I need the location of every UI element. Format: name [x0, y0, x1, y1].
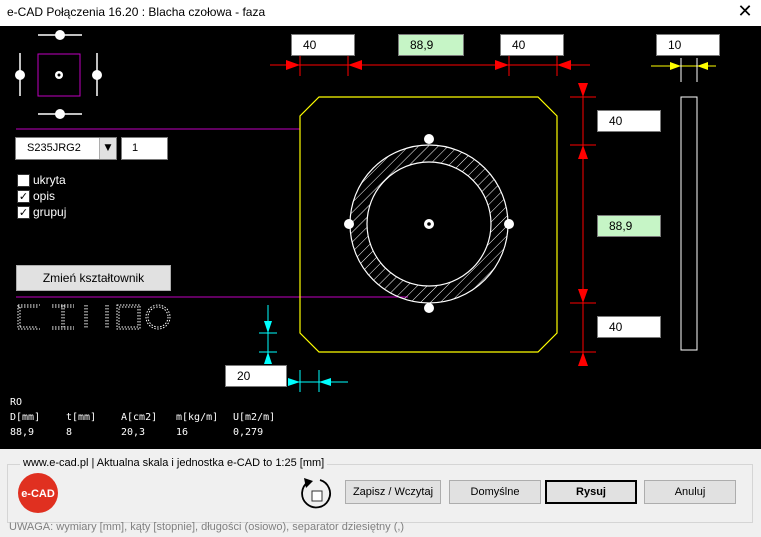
checkbox-opis[interactable]: ✓ [17, 190, 30, 203]
profile-tube-icon[interactable] [145, 304, 171, 330]
plate-side-view [680, 96, 698, 351]
dim-top-center-field[interactable]: 88,9 [398, 34, 464, 56]
cancel-button[interactable]: Anuluj [644, 480, 736, 504]
units-warning: UWAGA: wymiary [mm], kąty [stopnie], dłu… [9, 521, 405, 533]
profile-header: A[cm2] [121, 412, 158, 423]
thickness-dimension [651, 58, 716, 82]
selector-bottom-handle[interactable] [55, 109, 65, 119]
quantity-field[interactable]: 1 [121, 137, 168, 160]
checkbox-grupuj[interactable]: ✓ [17, 206, 30, 219]
tube-handle-left[interactable] [344, 219, 354, 229]
change-profile-button[interactable]: Zmień kształtownik [16, 265, 171, 291]
profile-header: U[m2/m] [233, 412, 276, 423]
profile-header: t[mm] [66, 412, 97, 423]
dim-right-bottom-field[interactable]: 40 [597, 316, 661, 338]
dim-right-center-field[interactable]: 88,9 [597, 215, 661, 237]
drawing-canvas: 40 88,9 40 10 40 88,9 40 20 S235JRG2 ▼ 1… [0, 26, 761, 449]
profile-value: 20,3 [121, 427, 146, 438]
right-dimension-chain [570, 83, 596, 366]
selector-left-handle[interactable] [15, 70, 25, 80]
profile-type-icons[interactable] [17, 304, 171, 330]
profile-double-flat-icon[interactable] [84, 305, 109, 329]
tube-handle-bottom[interactable] [424, 303, 434, 313]
selector-center-dot [57, 73, 61, 77]
dim-thickness-field[interactable]: 10 [656, 34, 720, 56]
dim-chamfer-field[interactable]: 20 [225, 365, 287, 387]
rotate-icon[interactable] [298, 474, 338, 514]
option-label-opis: opis [33, 189, 56, 203]
profile-headers: D[mm] t[mm] A[cm2] m[kg/m] U[m2/m] [0, 412, 300, 426]
title-bar: e-CAD Połączenia 16.20 : Blacha czołowa … [0, 0, 761, 26]
profile-box-icon[interactable] [116, 304, 141, 330]
checkbox-ukryta[interactable] [17, 174, 30, 187]
profile-tube-inner-icon [147, 306, 169, 328]
footer-group-label: www.e-cad.pl | Aktualna skala i jednostk… [20, 457, 328, 469]
dim-top-right-field[interactable]: 40 [500, 34, 564, 56]
profile-name: RO [10, 397, 23, 408]
tube-handle-right[interactable] [504, 219, 514, 229]
profile-values: 88,9 8 20,3 16 0,279 [0, 427, 300, 441]
dim-top-left-field[interactable]: 40 [291, 34, 355, 56]
drawing-svg [15, 30, 716, 392]
tube-center-dot [427, 222, 431, 226]
draw-button[interactable]: Rysuj [545, 480, 637, 504]
close-icon[interactable]: ✕ [736, 2, 754, 22]
selector-top-handle[interactable] [55, 30, 65, 40]
material-select[interactable]: S235JRG2 ▼ [15, 137, 117, 160]
top-dimension-chain [270, 55, 590, 76]
window-title: e-CAD Połączenia 16.20 : Blacha czołowa … [7, 5, 266, 19]
dim-right-top-field[interactable]: 40 [597, 110, 661, 132]
profile-box-inner-icon [118, 306, 139, 328]
ecad-logo: e-CAD [18, 473, 58, 513]
option-label-grupuj: grupuj [33, 205, 67, 219]
position-selector [15, 30, 102, 119]
option-label-ukryta: ukryta [33, 173, 66, 187]
profile-value: 88,9 [10, 427, 35, 438]
chevron-down-icon[interactable]: ▼ [99, 138, 116, 159]
profile-channel-icon[interactable] [17, 304, 40, 330]
tube-handle-top[interactable] [424, 134, 434, 144]
profile-header: D[mm] [10, 412, 41, 423]
profile-header: m[kg/m] [176, 412, 219, 423]
save-load-button[interactable]: Zapisz / Wczytaj [345, 480, 441, 504]
defaults-button[interactable]: Domyślne [449, 480, 541, 504]
logo-text: e-CAD [21, 488, 55, 500]
footer-panel: www.e-cad.pl | Aktualna skala i jednostk… [0, 449, 761, 537]
profile-value: 8 [66, 427, 73, 438]
profile-value: 0,279 [233, 427, 264, 438]
profile-i-beam-icon[interactable] [52, 304, 74, 330]
selector-right-handle[interactable] [92, 70, 102, 80]
material-value: S235JRG2 [27, 142, 81, 154]
profile-value: 16 [176, 427, 189, 438]
